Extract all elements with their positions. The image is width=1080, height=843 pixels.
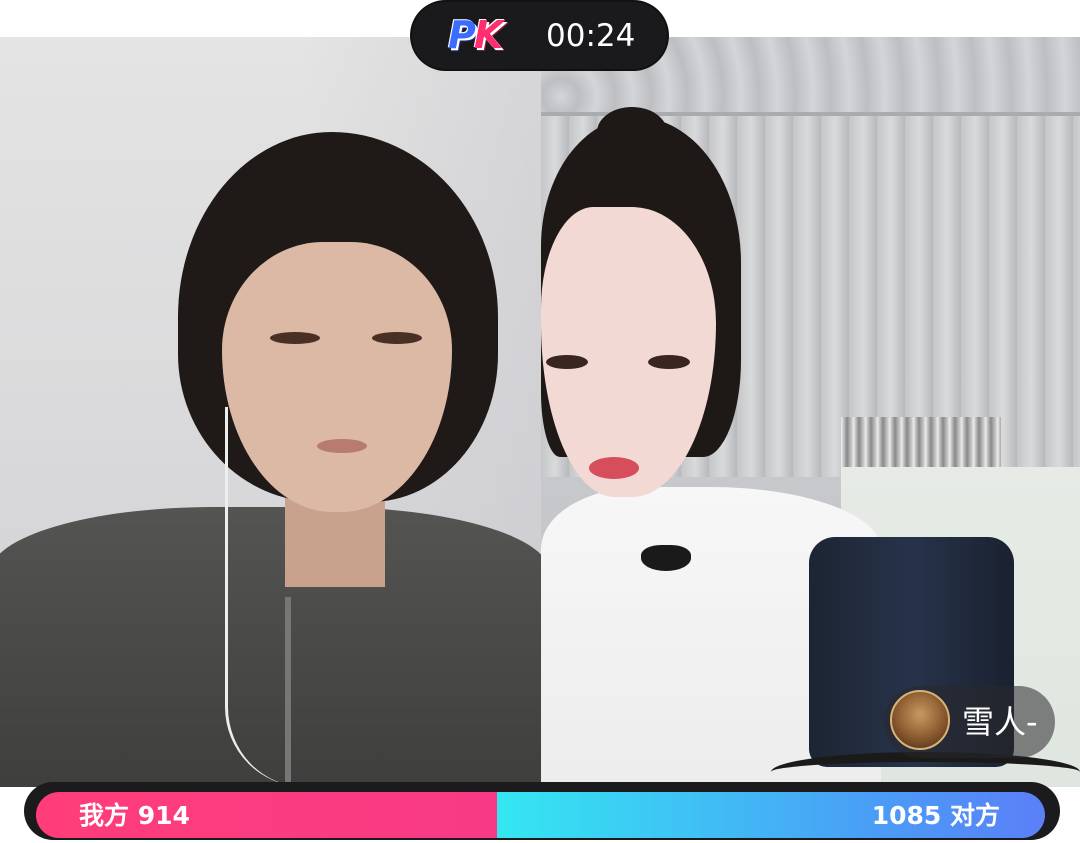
my-side-score: 我方 914 xyxy=(79,801,190,830)
opponent-lips xyxy=(589,457,639,479)
opponent-eye-left xyxy=(546,355,588,369)
opponent-side-score: 1085 对方 xyxy=(871,801,1000,830)
pk-logo-p: P xyxy=(448,13,476,57)
host-eye-right xyxy=(372,332,422,344)
host-video-pane[interactable] xyxy=(0,37,541,787)
pk-logo-k: K xyxy=(473,13,503,57)
pk-live-screen: P K 00:24 雪人- 我方 914 1085 对方 xyxy=(0,0,1080,843)
pk-logo-icon: P K xyxy=(448,13,503,57)
opponent-hair-bun xyxy=(597,107,667,157)
earphone-cord xyxy=(225,407,388,787)
user-avatar-icon[interactable] xyxy=(890,690,950,750)
opponent-video-pane[interactable] xyxy=(541,37,1080,787)
host-eye-left xyxy=(270,332,320,344)
pk-countdown-timer: 00:24 xyxy=(546,18,636,54)
opponent-eye-right xyxy=(648,355,690,369)
guest-name: 雪人- xyxy=(962,703,1038,741)
blouse-bow xyxy=(641,545,691,571)
